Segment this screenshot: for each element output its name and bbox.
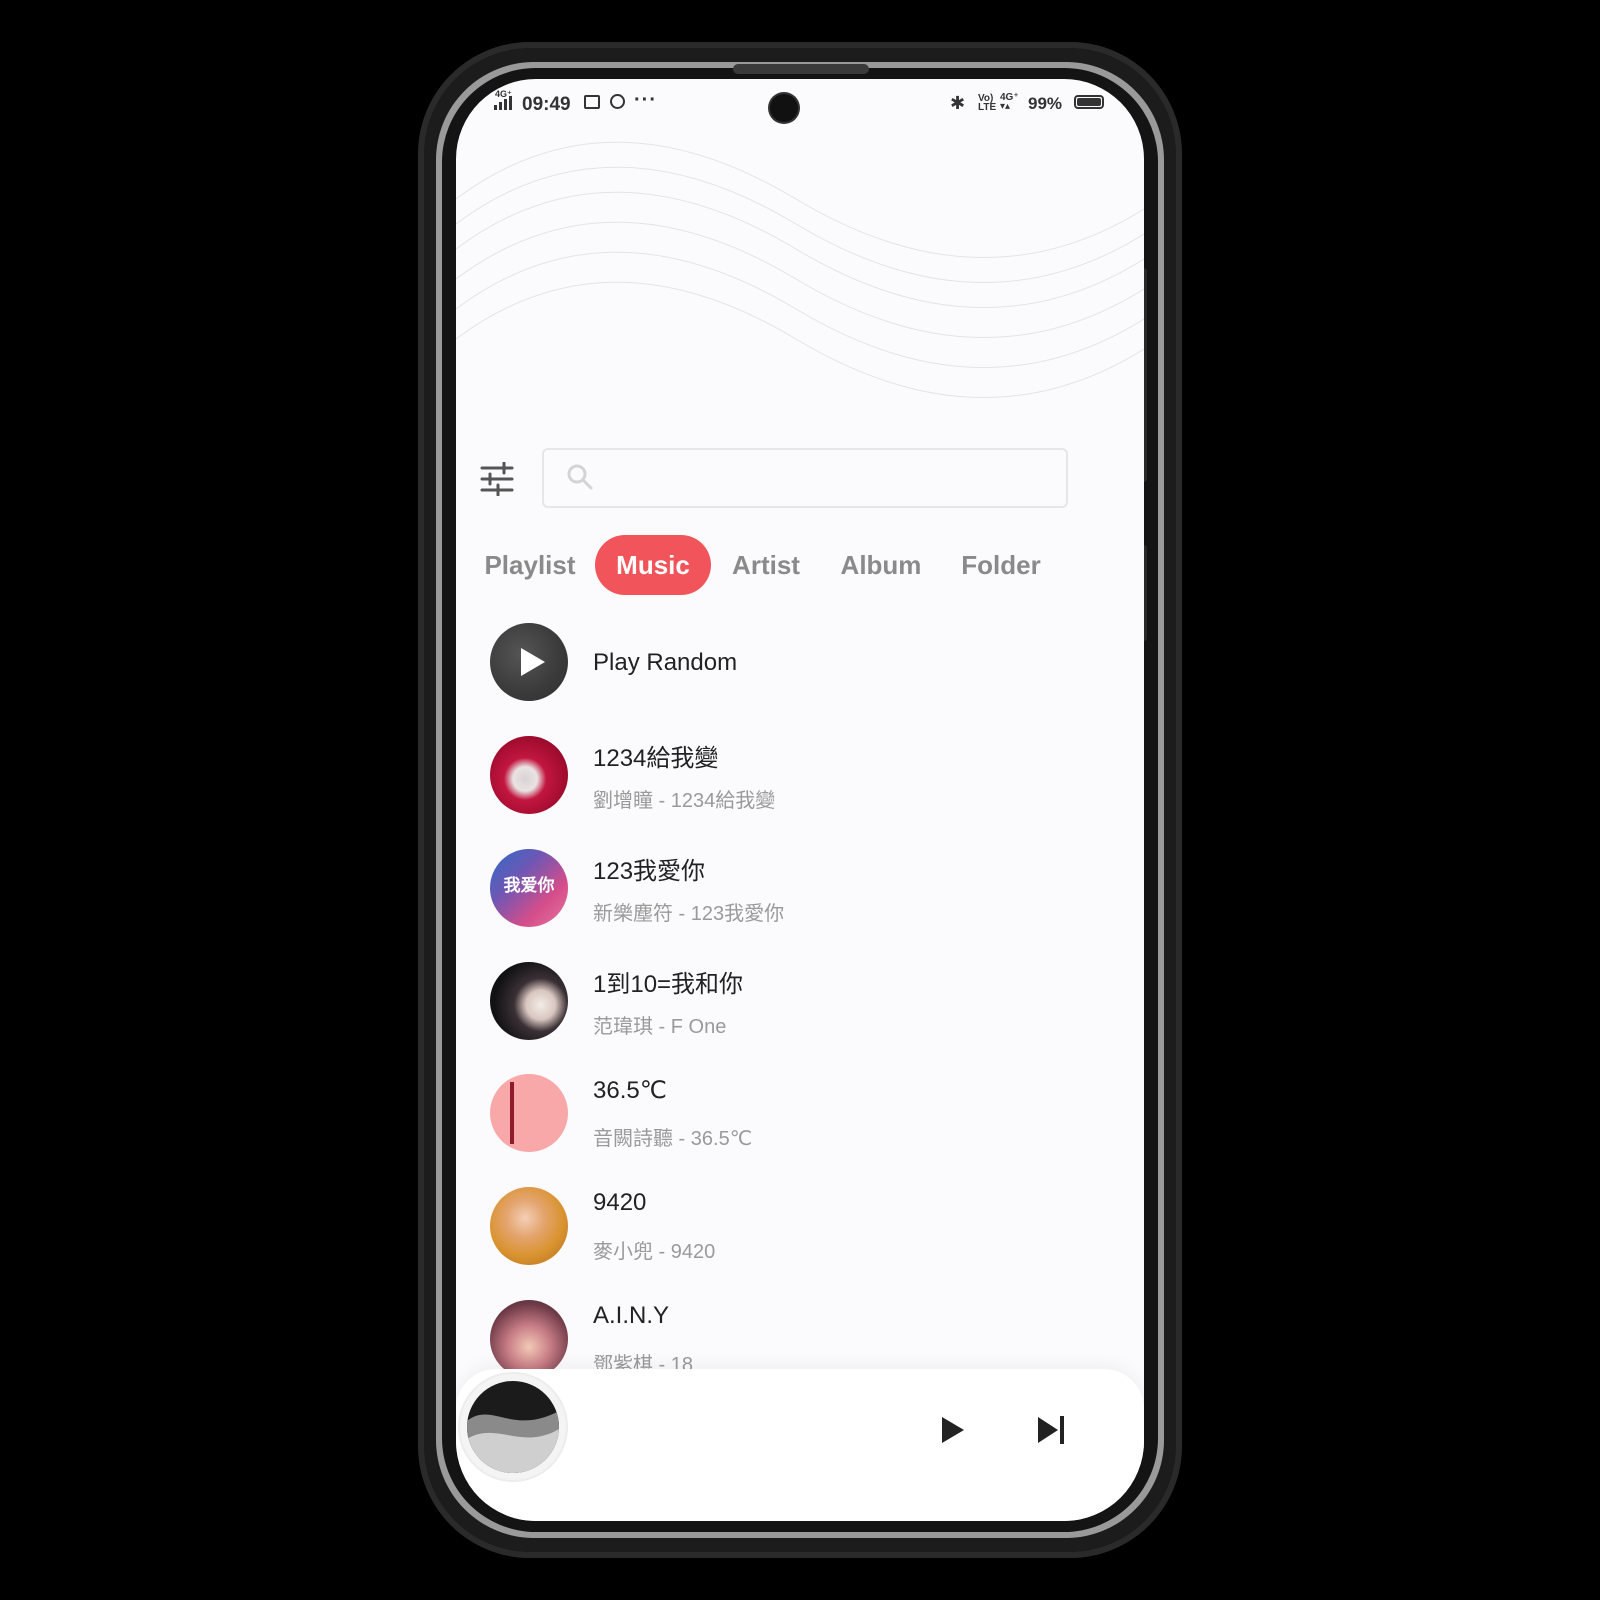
album-art [490, 736, 568, 814]
network-type-right: 4G⁺ ▾▴ [1000, 93, 1019, 112]
album-art [490, 1187, 568, 1265]
play-icon[interactable] [942, 1417, 964, 1443]
album-art [490, 1300, 568, 1378]
list-item[interactable]: 1234給我變 劉增瞳 - 1234給我變 [490, 736, 1110, 836]
list-item[interactable]: 1到10=我和你 范瑋琪 - F One [490, 962, 1110, 1062]
whatsapp-icon [610, 94, 625, 109]
earpiece [733, 64, 869, 74]
sliders-icon[interactable] [480, 462, 514, 496]
play-random-button[interactable] [490, 623, 568, 701]
song-subtitle: 范瑋琪 - F One [593, 1016, 727, 1038]
album-art-text: 我爱你 [503, 876, 555, 896]
volte-bottom: LTE [978, 102, 997, 113]
list-item[interactable]: 36.5℃ 音闕詩聽 - 36.5℃ [490, 1074, 1110, 1174]
search-input[interactable] [542, 448, 1068, 508]
song-title: 123我愛你 [593, 858, 706, 885]
skip-next-icon[interactable] [1038, 1416, 1070, 1444]
song-subtitle: 麥小兜 - 9420 [593, 1241, 716, 1263]
signal-icon [494, 96, 512, 110]
search-icon [567, 464, 593, 490]
mail-icon [584, 95, 600, 109]
wave-logo-icon [467, 1411, 559, 1473]
now-playing-disc[interactable] [460, 1374, 566, 1480]
skip-next-bar [1060, 1416, 1064, 1444]
list-item[interactable]: 9420 麥小兜 - 9420 [490, 1187, 1110, 1287]
battery-percent: 99% [1028, 94, 1063, 113]
disc-art [467, 1381, 559, 1473]
song-title: 1到10=我和你 [593, 971, 744, 998]
tab-artist[interactable]: Artist [724, 535, 808, 595]
song-title: A.I.N.Y [593, 1302, 670, 1329]
tab-music[interactable]: Music [595, 535, 711, 595]
song-subtitle: 劉增瞳 - 1234給我變 [593, 790, 776, 812]
album-art-stripe [510, 1082, 514, 1144]
song-title: 1234給我變 [593, 745, 719, 772]
app-screen: 4G⁺ 09:49 ··· ✱ Vo) LTE 4G⁺ ▾▴ 99% Playl… [456, 79, 1144, 1521]
volte-icon: Vo) LTE [978, 94, 997, 113]
song-title: 9420 [593, 1189, 647, 1216]
category-tabs: Playlist Music Artist Album Folder [456, 535, 1144, 595]
front-camera [770, 94, 798, 122]
tab-playlist[interactable]: Playlist [478, 535, 582, 595]
play-random-row[interactable]: Play Random [490, 623, 1110, 723]
bluetooth-icon: ✱ [950, 93, 966, 113]
album-art [490, 1074, 568, 1152]
battery-icon [1074, 95, 1104, 109]
album-art: 我爱你 [490, 849, 568, 927]
tab-folder[interactable]: Folder [957, 535, 1045, 595]
wave-background [456, 141, 1144, 398]
network-right-bottom: ▾▴ [1000, 101, 1011, 112]
album-art [490, 962, 568, 1040]
status-time: 09:49 [522, 94, 571, 115]
song-title: 36.5℃ [593, 1077, 667, 1104]
more-notifications: ··· [634, 89, 657, 111]
skip-next-triangle [1038, 1417, 1058, 1443]
song-subtitle: 新樂塵符 - 123我愛你 [593, 903, 785, 925]
tab-album[interactable]: Album [835, 535, 927, 595]
song-subtitle: 音闕詩聽 - 36.5℃ [593, 1128, 753, 1150]
play-random-label: Play Random [593, 649, 738, 676]
play-icon [521, 648, 545, 676]
list-item[interactable]: 我爱你 123我愛你 新樂塵符 - 123我愛你 [490, 849, 1110, 949]
